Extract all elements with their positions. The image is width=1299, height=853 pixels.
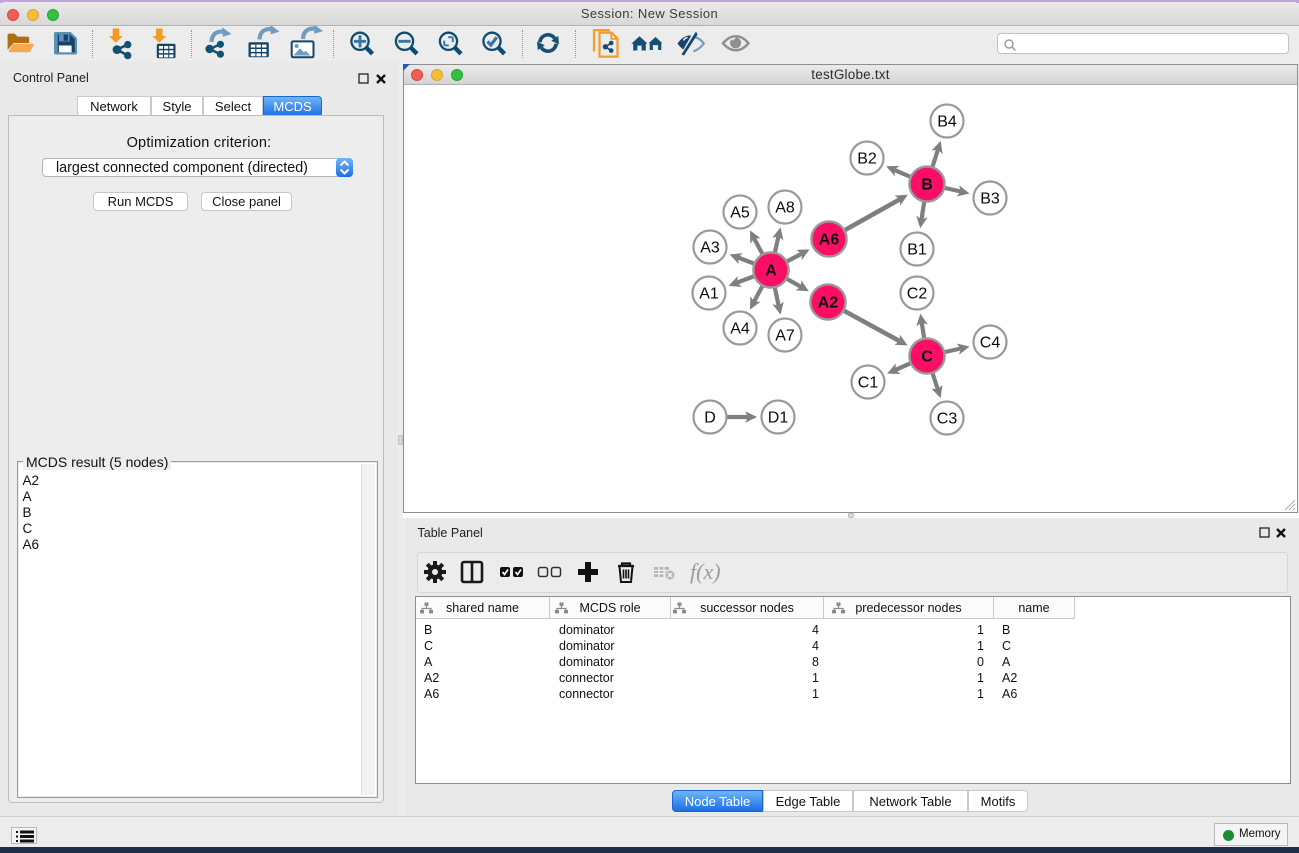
svg-text:A2: A2 [818, 295, 839, 312]
svg-text:A5: A5 [730, 205, 750, 222]
svg-text:A4: A4 [730, 321, 750, 338]
svg-text:A6: A6 [819, 232, 840, 249]
svg-text:A1: A1 [699, 286, 719, 303]
svg-text:C2: C2 [907, 286, 928, 303]
svg-text:D: D [704, 410, 716, 427]
svg-text:B1: B1 [907, 242, 927, 259]
svg-text:C1: C1 [858, 375, 879, 392]
svg-text:B: B [921, 177, 933, 194]
svg-text:C4: C4 [980, 335, 1001, 352]
svg-text:A8: A8 [775, 200, 795, 217]
svg-text:B2: B2 [857, 151, 877, 168]
svg-text:D1: D1 [768, 410, 789, 427]
svg-text:A: A [765, 263, 777, 280]
svg-text:A7: A7 [775, 328, 795, 345]
svg-text:f(x): f(x) [690, 559, 721, 584]
svg-text:C3: C3 [937, 411, 958, 428]
svg-text:A3: A3 [700, 240, 720, 257]
svg-text:C: C [921, 349, 933, 366]
svg-text:B4: B4 [937, 114, 957, 131]
svg-text:B3: B3 [980, 191, 1000, 208]
